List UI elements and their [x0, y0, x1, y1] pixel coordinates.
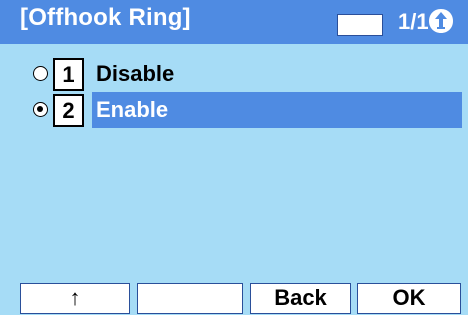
softkey-back[interactable]: Back [250, 283, 351, 314]
radio-button[interactable] [33, 66, 48, 81]
return-arrow-icon[interactable] [428, 7, 454, 35]
option-label: Enable [92, 92, 462, 128]
option-number: 1 [53, 58, 84, 91]
list-item[interactable]: 1 Disable [0, 54, 468, 92]
softkey-up[interactable]: ↑ [20, 283, 130, 314]
option-number: 2 [53, 94, 84, 127]
softkey-blank[interactable] [137, 283, 243, 314]
phone-screen: [Offhook Ring] 1/1 1 Disable 2 Enable ↑ … [0, 0, 468, 315]
radio-button-selected[interactable] [33, 102, 48, 117]
list-item[interactable]: 2 Enable [0, 90, 468, 128]
softkey-ok[interactable]: OK [357, 283, 461, 314]
softkey-bar: ↑ Back OK [0, 283, 468, 315]
status-box [337, 14, 383, 36]
page-indicator: 1/1 [398, 9, 429, 34]
page-title: [Offhook Ring] [20, 4, 191, 31]
title-bar: [Offhook Ring] 1/1 [0, 0, 468, 44]
option-label: Disable [96, 61, 175, 86]
